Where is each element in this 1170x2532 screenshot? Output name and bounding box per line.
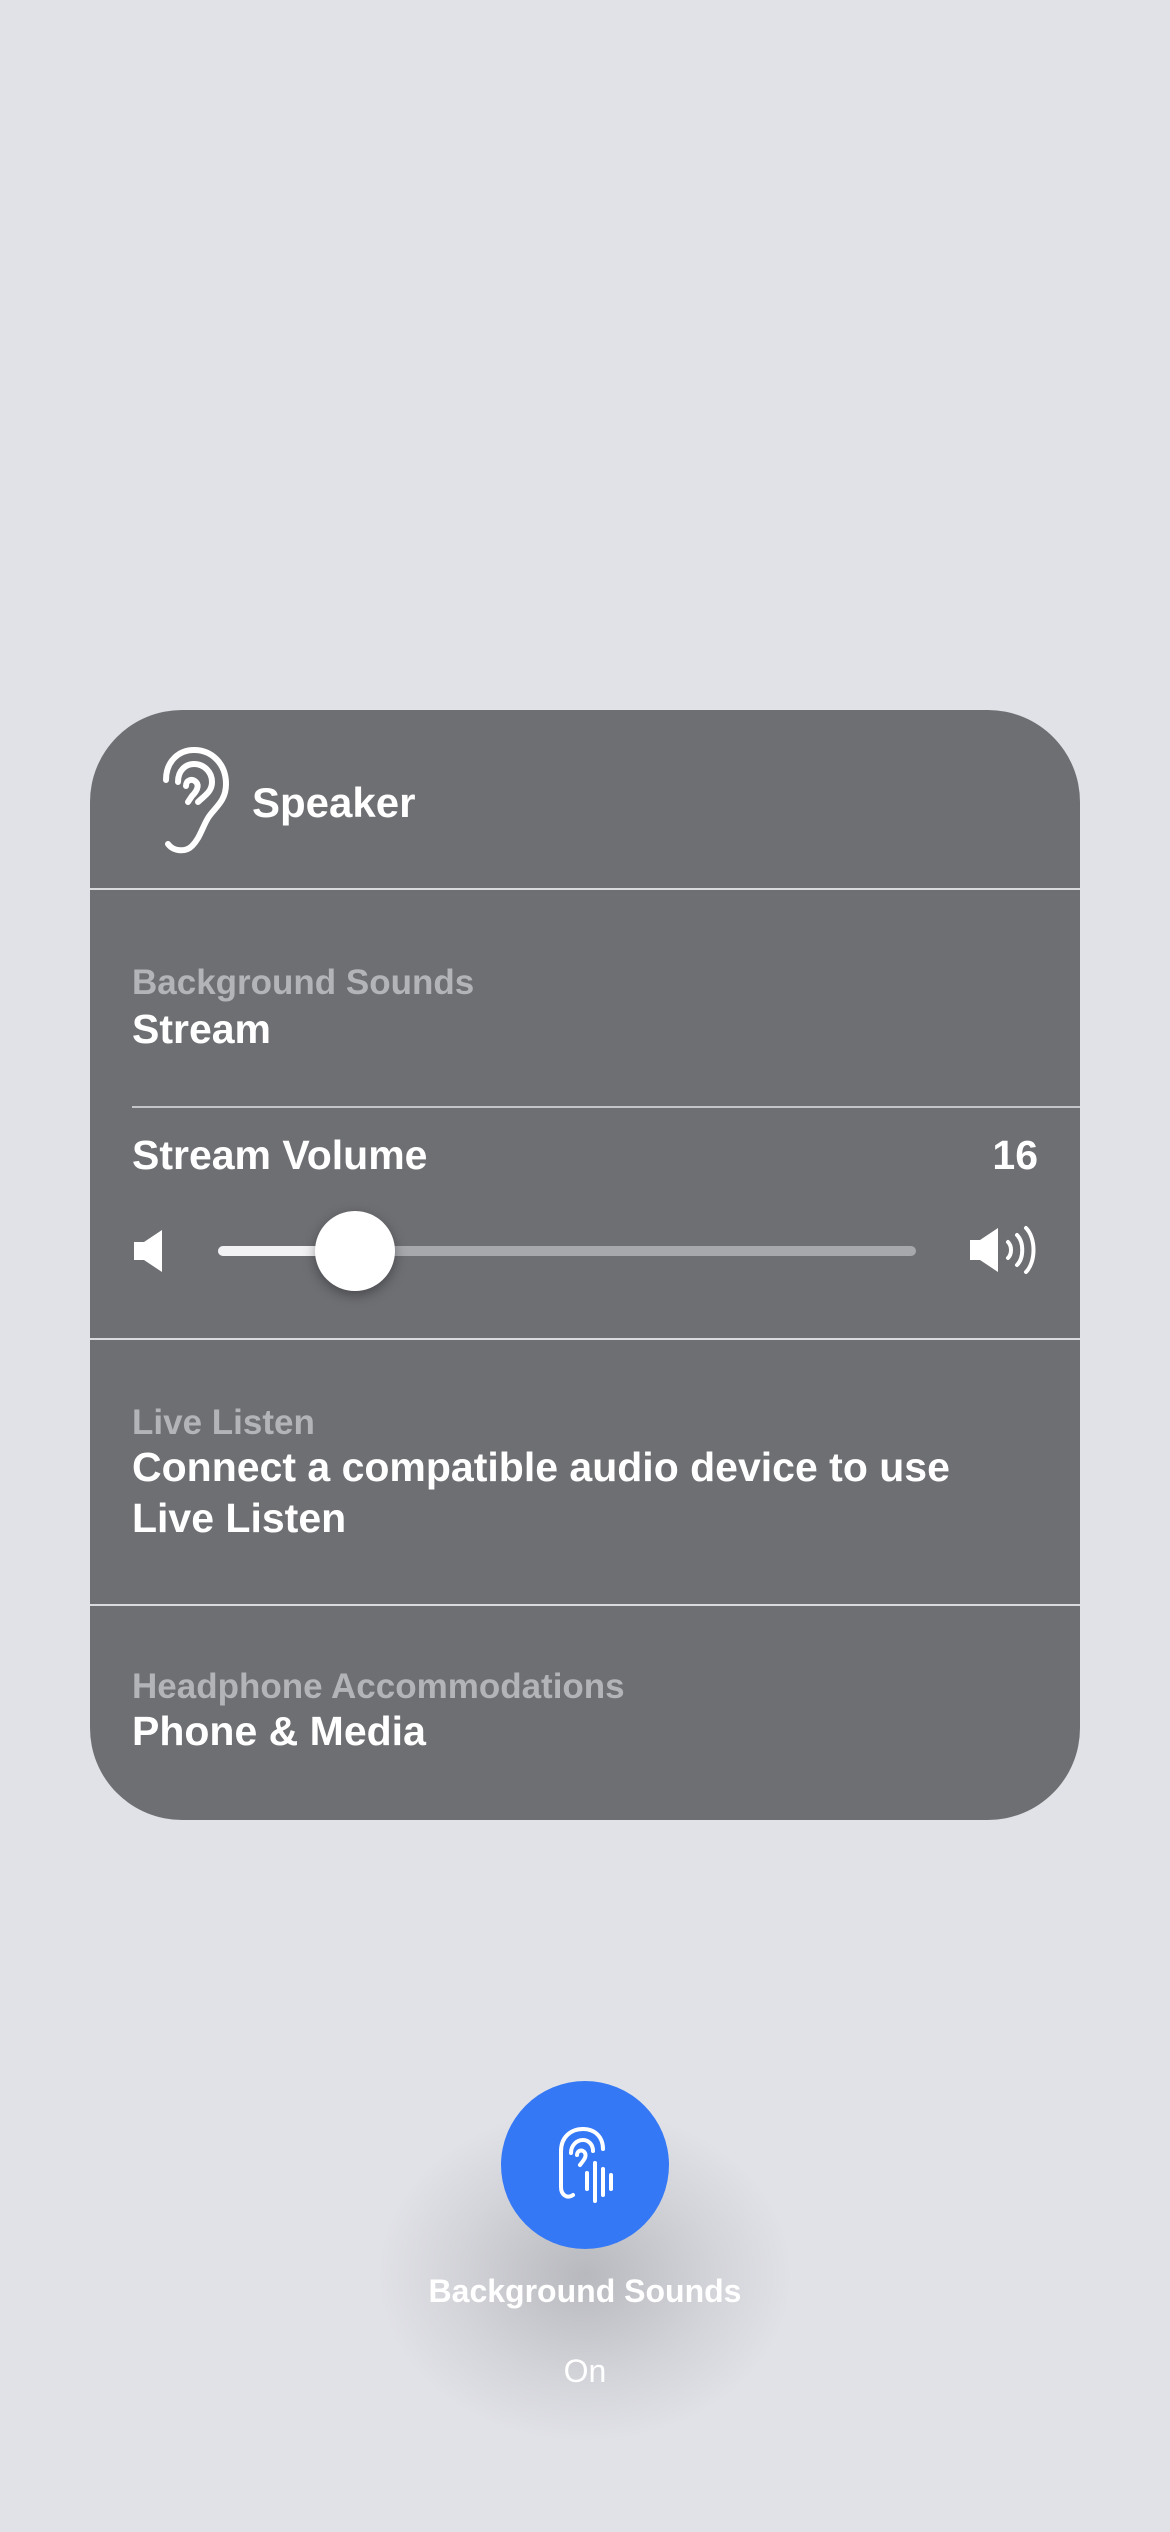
background-sounds-toggle-state: On: [563, 2353, 607, 2389]
hearing-panel: Speaker Background Sounds Stream Stream …: [90, 710, 1080, 1820]
background-sounds-label: Background Sounds: [132, 963, 475, 1002]
speaker-low-icon: [134, 1230, 162, 1272]
headphone-accommodations-value: Phone & Media: [132, 1708, 426, 1754]
stream-volume-label: Stream Volume: [132, 1132, 428, 1178]
background-sounds-value: Stream: [132, 1006, 272, 1052]
live-listen-value: Connect a compatible audio device to use…: [132, 1444, 950, 1541]
live-listen-label: Live Listen: [132, 1403, 315, 1442]
headphone-accommodations-row[interactable]: Headphone Accommodations Phone & Media: [90, 1606, 1080, 1820]
panel-header: Speaker: [90, 710, 1080, 890]
speaker-high-icon: [970, 1226, 1036, 1274]
panel-title: Speaker: [252, 779, 416, 826]
live-listen-row[interactable]: Live Listen Connect a compatible audio d…: [90, 1340, 1080, 1604]
background-sounds-toggle-button[interactable]: [501, 2081, 669, 2249]
screen: Speaker Background Sounds Stream Stream …: [0, 0, 1170, 2532]
ear-icon: [163, 746, 230, 854]
headphone-accommodations-label: Headphone Accommodations: [132, 1667, 625, 1706]
stream-volume-slider[interactable]: [130, 1200, 1040, 1300]
stream-volume-value: 16: [992, 1132, 1038, 1178]
stream-volume-section: Stream Volume 16: [90, 1108, 1080, 1340]
background-sounds-toggle-title: Background Sounds: [428, 2273, 742, 2309]
slider-thumb[interactable]: [314, 1211, 395, 1291]
background-sounds-row[interactable]: Background Sounds Stream: [90, 890, 1080, 1106]
ear-waveform-icon: [559, 2126, 613, 2203]
